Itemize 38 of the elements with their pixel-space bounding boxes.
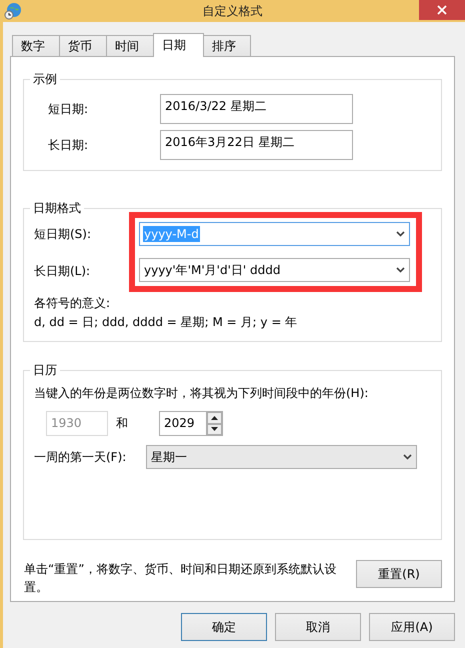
spin-down-button[interactable]	[207, 424, 222, 435]
legend-text: d, dd = 日; ddd, dddd = 星期; M = 月; y = 年	[34, 314, 298, 331]
tab[interactable]: 日期	[153, 33, 204, 57]
year-field: 1930	[46, 411, 108, 436]
group-title: 示例	[30, 71, 60, 88]
chevron-down-icon	[403, 454, 412, 460]
weekday-dropdown[interactable]: 星期一	[146, 445, 417, 469]
field-label: 长日期(L):	[34, 263, 92, 280]
field-label: 短日期(S):	[34, 226, 92, 243]
spin-up-button[interactable]	[207, 412, 222, 424]
year-field[interactable]: 2029	[159, 411, 207, 436]
dialog-button[interactable]: 应用(A)	[369, 613, 455, 641]
close-icon	[437, 5, 447, 15]
reset-note: 单击“重置”，将数字、货币、时间和日期还原到系统默认设置。	[24, 561, 338, 596]
example-field: 2016年3月22日 星期二	[160, 130, 353, 160]
dialog-button[interactable]: 取消	[275, 613, 361, 641]
tab[interactable]: 货币	[59, 35, 107, 56]
down-icon	[211, 427, 218, 432]
example-field: 2016/3/22 星期二	[160, 94, 353, 124]
tab[interactable]: 数字	[12, 35, 60, 56]
instruction-text: 当键入的年份是两位数字时，将其视为下列时间段中的年份(H):	[34, 385, 370, 402]
group-title: 日期格式	[30, 200, 84, 217]
up-icon	[211, 416, 218, 420]
window-title: 自定义格式	[202, 2, 264, 20]
field-label: 一周的第一天(F):	[34, 448, 128, 466]
chevron-down-icon	[396, 267, 405, 273]
close-button[interactable]	[419, 0, 465, 20]
tab[interactable]: 排序	[203, 35, 251, 56]
field-label: 长日期:	[48, 136, 90, 154]
reset-button[interactable]: 重置(R)	[356, 560, 442, 588]
dialog-button[interactable]: 确定	[181, 613, 267, 641]
format-dropdown[interactable]: yyyy'年'M'月'd'日' dddd	[139, 258, 410, 282]
legend-title: 各符号的意义:	[34, 295, 112, 312]
globe-icon	[4, 2, 22, 20]
and-label: 和	[115, 415, 129, 432]
field-label: 短日期:	[48, 100, 90, 118]
tab[interactable]: 时间	[106, 35, 154, 56]
chevron-down-icon	[396, 231, 405, 237]
